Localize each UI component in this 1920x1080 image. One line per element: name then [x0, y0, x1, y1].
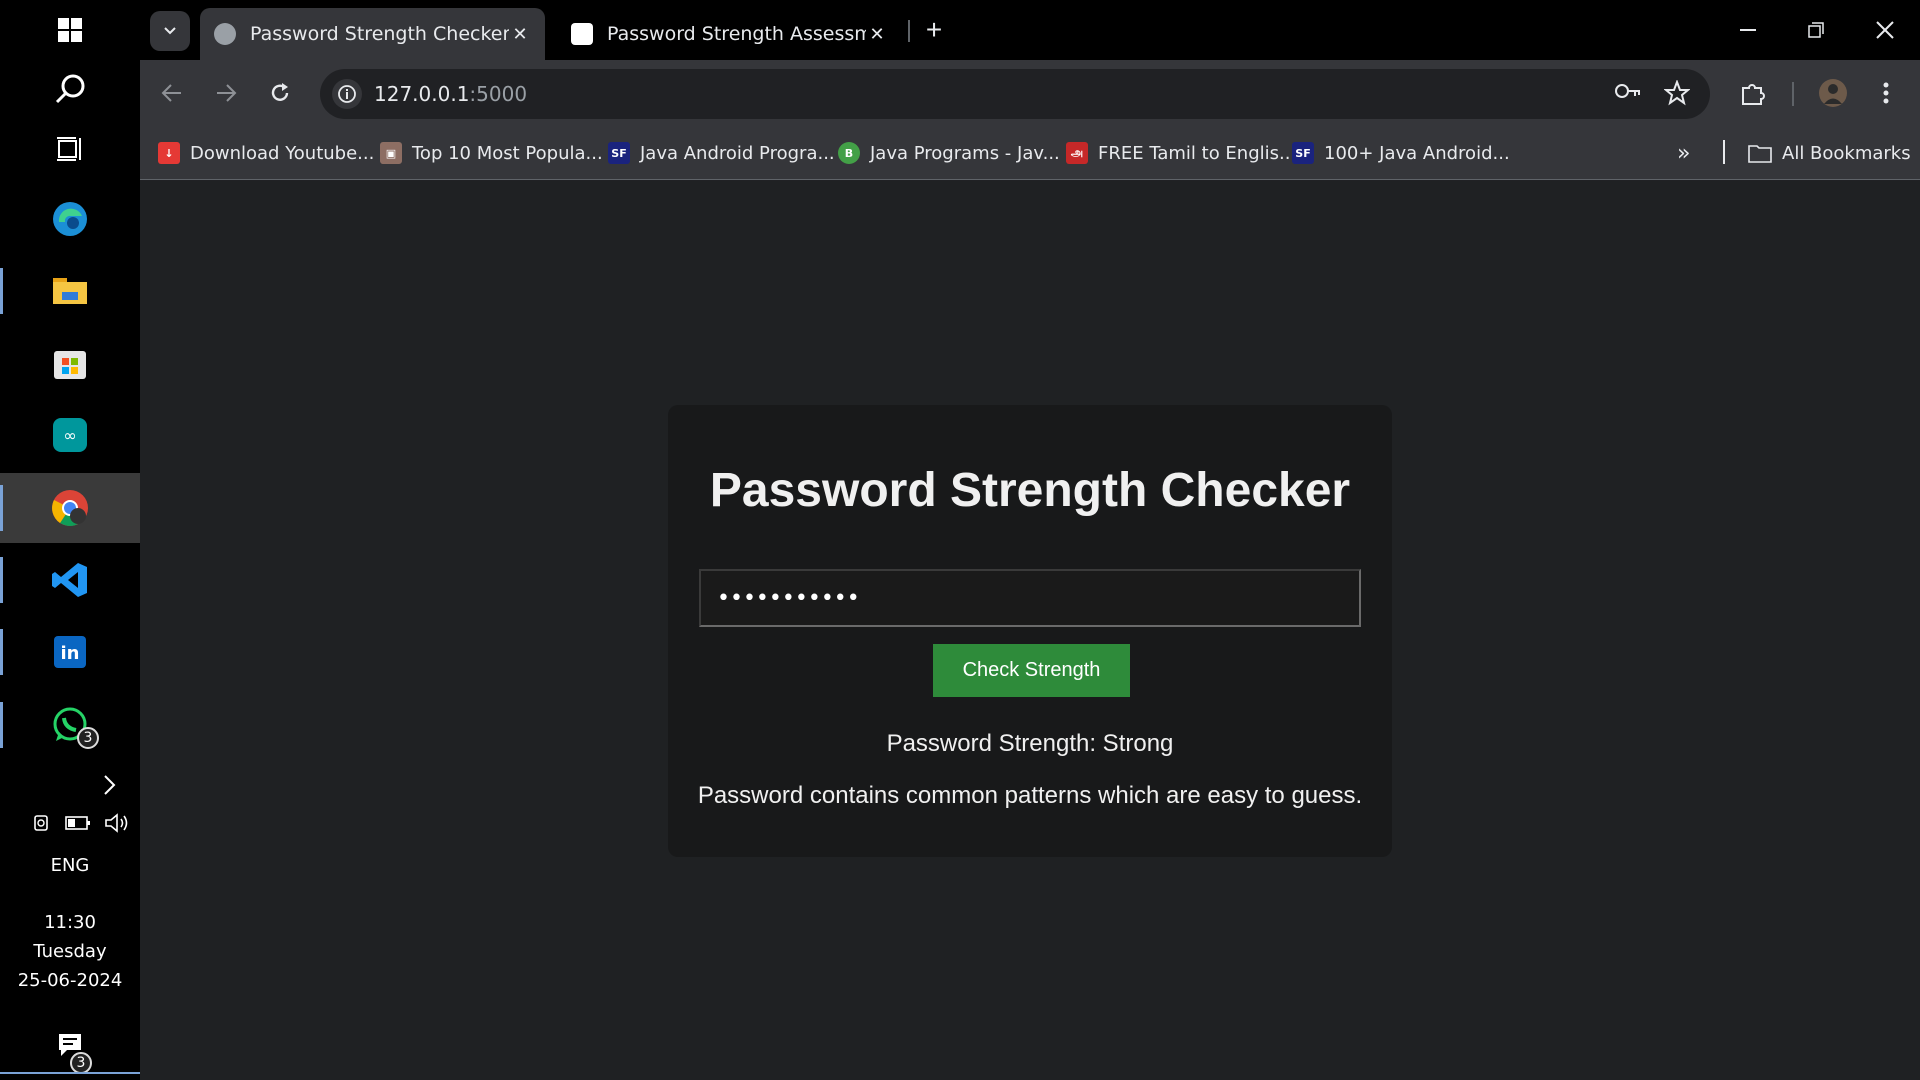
site-favicon-icon: SF	[1292, 142, 1314, 164]
taskbar: ∞ in 3 ENG 11:30 Tuesday 25-06-2024 3	[0, 0, 140, 1080]
bookmark-label: Download Youtube...	[190, 142, 375, 164]
bookmark-label: FREE Tamil to Englis...	[1098, 142, 1297, 164]
bookmark-item[interactable]: B Java Programs - Jav...	[838, 139, 1060, 167]
url-text[interactable]: 127.0.0.1:5000	[374, 82, 527, 106]
minimize-button[interactable]	[1730, 12, 1766, 48]
svg-text:in: in	[61, 643, 80, 664]
store-icon[interactable]	[0, 328, 140, 398]
language-indicator[interactable]: ENG	[0, 855, 140, 876]
tab-title: Password Strength Checker	[250, 23, 509, 45]
back-button[interactable]	[154, 75, 190, 111]
all-bookmarks-button[interactable]: All Bookmarks	[1748, 139, 1911, 167]
reload-button[interactable]	[262, 75, 298, 111]
forward-button[interactable]	[208, 75, 244, 111]
close-tab-icon[interactable]: ✕	[866, 24, 888, 45]
system-tray	[30, 808, 130, 838]
bookmark-label: Java Programs - Jav...	[870, 142, 1060, 164]
url-host: 127.0.0.1	[374, 82, 470, 106]
address-bar[interactable]: 127.0.0.1:5000	[320, 69, 1710, 119]
page-content: Password Strength Checker Check Strength…	[140, 181, 1920, 1080]
tab-divider	[908, 20, 910, 42]
browser-toolbar: 127.0.0.1:5000	[140, 60, 1920, 126]
browser-window: Password Strength Checker ✕ Password Str…	[140, 0, 1920, 1080]
bookmark-item[interactable]: ▣ Top 10 Most Popula...	[380, 139, 603, 167]
vscode-icon[interactable]	[0, 545, 140, 615]
notifications-icon[interactable]: 3	[0, 1010, 140, 1080]
battery-icon[interactable]	[65, 814, 91, 832]
tab-title: Password Strength Assessment	[607, 23, 866, 45]
restore-button[interactable]	[1798, 12, 1834, 48]
box-icon: ▣	[380, 142, 402, 164]
tab-search-button[interactable]	[150, 11, 190, 51]
page-title: Password Strength Checker	[709, 464, 1351, 517]
bookmark-label: Java Android Progra...	[640, 142, 835, 164]
chatgpt-icon	[571, 23, 593, 45]
close-window-button[interactable]	[1867, 12, 1903, 48]
chrome-icon[interactable]	[0, 473, 140, 543]
folder-icon	[1748, 145, 1772, 163]
file-explorer-icon[interactable]	[0, 256, 140, 326]
check-strength-button[interactable]: Check Strength	[933, 644, 1130, 697]
extensions-icon[interactable]	[1735, 75, 1771, 111]
bookmark-label: Top 10 Most Popula...	[412, 142, 603, 164]
task-view-icon[interactable]	[0, 114, 140, 184]
password-input[interactable]	[699, 569, 1361, 627]
clock-date[interactable]: 25-06-2024	[0, 970, 140, 991]
all-bookmarks-label: All Bookmarks	[1782, 142, 1911, 164]
linkedin-icon[interactable]: in	[0, 617, 140, 687]
feedback-message: Password contains common patterns which …	[697, 782, 1363, 809]
bookmarks-divider	[1723, 140, 1725, 164]
bookmark-item[interactable]: SF Java Android Progra...	[608, 139, 835, 167]
svg-text:∞: ∞	[63, 426, 76, 445]
clock-day[interactable]: Tuesday	[0, 941, 140, 962]
close-tab-icon[interactable]: ✕	[509, 24, 531, 45]
profile-avatar[interactable]	[1815, 75, 1851, 111]
site-favicon-icon: SF	[608, 142, 630, 164]
taskbar-divider	[0, 1072, 140, 1074]
bookmark-item[interactable]: ↓ Download Youtube...	[158, 139, 374, 167]
download-icon: ↓	[158, 142, 180, 164]
site-favicon-icon: அ	[1066, 142, 1088, 164]
tab-password-strength-assessment[interactable]: Password Strength Assessment ✕	[557, 8, 902, 60]
camera-icon[interactable]	[30, 812, 52, 834]
bookmarks-bar: ↓ Download Youtube... ▣ Top 10 Most Popula…	[140, 126, 1920, 180]
checker-card: Password Strength Checker Check Strength…	[668, 405, 1392, 857]
arduino-icon[interactable]: ∞	[0, 400, 140, 470]
volume-icon[interactable]	[104, 812, 130, 834]
bookmark-label: 100+ Java Android...	[1324, 142, 1510, 164]
tab-password-strength-checker[interactable]: Password Strength Checker ✕	[200, 8, 545, 60]
url-port: :5000	[469, 82, 528, 106]
tab-strip: Password Strength Checker ✕ Password Str…	[140, 0, 1920, 60]
site-info-icon[interactable]	[332, 79, 362, 109]
bookmark-star-icon[interactable]	[1663, 79, 1691, 111]
edge-icon[interactable]	[0, 184, 140, 254]
password-key-icon[interactable]	[1614, 81, 1642, 106]
bookmark-item[interactable]: SF 100+ Java Android...	[1292, 139, 1510, 167]
site-favicon-icon: B	[838, 142, 860, 164]
more-menu-icon[interactable]	[1868, 75, 1904, 111]
whatsapp-badge: 3	[77, 727, 99, 749]
strength-result: Password Strength: Strong	[886, 730, 1174, 757]
notifications-badge: 3	[70, 1052, 92, 1074]
new-tab-button[interactable]: +	[916, 12, 952, 48]
clock-time[interactable]: 11:30	[0, 912, 140, 933]
toolbar-divider	[1792, 82, 1794, 106]
bookmark-item[interactable]: அ FREE Tamil to Englis...	[1066, 139, 1296, 167]
bookmarks-overflow-icon[interactable]: »	[1677, 139, 1690, 167]
globe-icon	[214, 23, 236, 45]
